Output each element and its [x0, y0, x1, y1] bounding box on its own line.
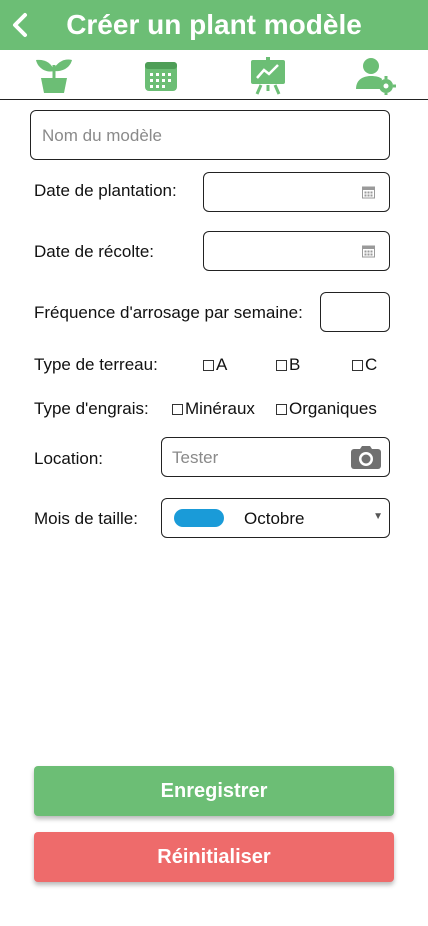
- pruning-month-label: Mois de taille:: [34, 509, 138, 528]
- pruning-month-select[interactable]: Octobre ▼: [161, 498, 390, 538]
- color-pill: [174, 509, 224, 527]
- tab-user-settings[interactable]: [354, 56, 398, 96]
- pruning-month-value: Octobre: [244, 509, 305, 528]
- checkbox-icon: [352, 359, 363, 371]
- location-input[interactable]: Tester: [161, 437, 390, 477]
- fertilizer-type-label: Type d'engrais:: [34, 399, 149, 418]
- planting-date-label: Date de plantation:: [34, 181, 177, 200]
- checkbox-icon: [172, 403, 183, 415]
- calendar-small-icon: [362, 186, 375, 199]
- camera-icon[interactable]: [351, 445, 381, 470]
- caret-down-icon: ▼: [373, 511, 383, 522]
- user-settings-icon: [356, 58, 396, 95]
- fertilizer-option-organic[interactable]: Organiques: [276, 399, 377, 419]
- checkbox-icon: [276, 359, 287, 371]
- soil-option-c[interactable]: C: [352, 355, 377, 375]
- location-value: Tester: [172, 448, 219, 467]
- checkbox-icon: [276, 403, 287, 415]
- harvest-date-label: Date de récolte:: [34, 242, 155, 261]
- harvest-date-input[interactable]: [203, 231, 390, 271]
- app-header: Créer un plant modèle: [0, 0, 428, 50]
- tab-plant[interactable]: [32, 56, 76, 96]
- location-label: Location:: [34, 449, 103, 468]
- model-name-placeholder: Nom du modèle: [42, 126, 163, 145]
- tab-bar: [0, 50, 428, 100]
- tab-calendar[interactable]: [139, 56, 183, 96]
- planting-date-input[interactable]: [203, 172, 390, 212]
- fertilizer-option-mineral[interactable]: Minéraux: [172, 399, 255, 419]
- model-name-input[interactable]: Nom du modèle: [30, 110, 390, 160]
- watering-frequency-label: Fréquence d'arrosage par semaine:: [34, 303, 303, 322]
- plant-icon: [36, 59, 72, 93]
- calendar-small-icon: [362, 245, 375, 258]
- soil-type-label: Type de terreau:: [34, 355, 158, 374]
- reset-button[interactable]: Réinitialiser: [34, 832, 394, 882]
- soil-option-a[interactable]: A: [203, 355, 227, 375]
- soil-option-b[interactable]: B: [276, 355, 300, 375]
- watering-frequency-input[interactable]: [320, 292, 390, 332]
- save-button[interactable]: Enregistrer: [34, 766, 394, 816]
- checkbox-icon: [203, 359, 214, 371]
- page-title: Créer un plant modèle: [66, 9, 362, 40]
- chart-board-icon: [251, 57, 285, 95]
- calendar-icon: [145, 62, 177, 91]
- tab-stats[interactable]: [246, 56, 290, 96]
